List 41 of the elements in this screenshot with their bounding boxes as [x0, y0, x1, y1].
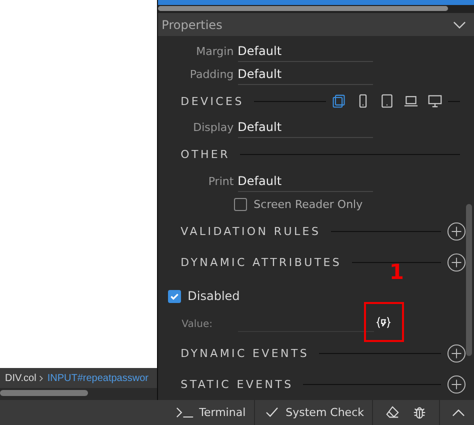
terminal-icon	[176, 407, 194, 418]
field-label: Display	[192, 121, 235, 134]
annotation-number: 1	[389, 260, 404, 284]
scrollbar-thumb[interactable]	[158, 6, 448, 11]
laptop-icon[interactable]	[404, 94, 418, 108]
add-icon[interactable]	[447, 222, 466, 241]
breadcrumb-item[interactable]: INPUT#repeatpasswor	[47, 372, 148, 384]
chevron-up-icon[interactable]	[452, 408, 465, 416]
field-label: Print	[207, 175, 235, 188]
section-title: STATIC EVENTS	[180, 378, 294, 391]
monitor-icon[interactable]	[428, 94, 442, 108]
checkbox[interactable]	[234, 198, 247, 211]
section-title: DYNAMIC ATTRIBUTES	[180, 256, 343, 269]
section-title: OTHER	[180, 148, 231, 161]
field-label: Margin	[195, 45, 235, 58]
checkbox-label: Screen Reader Only	[254, 198, 363, 211]
expression-icon[interactable]	[376, 316, 392, 328]
section-title: DYNAMIC EVENTS	[180, 347, 310, 360]
add-icon[interactable]	[447, 344, 466, 363]
add-icon[interactable]	[447, 375, 466, 394]
breadcrumb-item[interactable]: DIV.col	[5, 372, 36, 384]
section-title: DEVICES	[180, 94, 245, 108]
input-field[interactable]: Default	[238, 64, 373, 84]
add-icon[interactable]	[447, 253, 466, 272]
scrollbar-thumb[interactable]	[0, 390, 88, 396]
bug-icon[interactable]	[412, 405, 427, 420]
eraser-icon[interactable]	[385, 405, 400, 420]
field-label: Padding	[188, 68, 235, 81]
devices-icon[interactable]	[332, 94, 346, 108]
checkbox-label: Disabled	[188, 289, 240, 303]
input-field[interactable]: Default	[238, 42, 373, 62]
field-label: Value:	[182, 318, 214, 330]
checkbox[interactable]	[168, 290, 181, 302]
input-field[interactable]: Default	[238, 118, 373, 138]
chevron-right-icon	[39, 374, 44, 382]
tablet-icon[interactable]	[380, 94, 394, 108]
scrollbar-thumb[interactable]	[466, 204, 472, 356]
properties-header[interactable]: Properties	[158, 13, 474, 36]
panel-title: Properties	[162, 18, 222, 32]
input-field[interactable]: Default	[238, 172, 373, 192]
section-title: VALIDATION RULES	[180, 225, 322, 238]
